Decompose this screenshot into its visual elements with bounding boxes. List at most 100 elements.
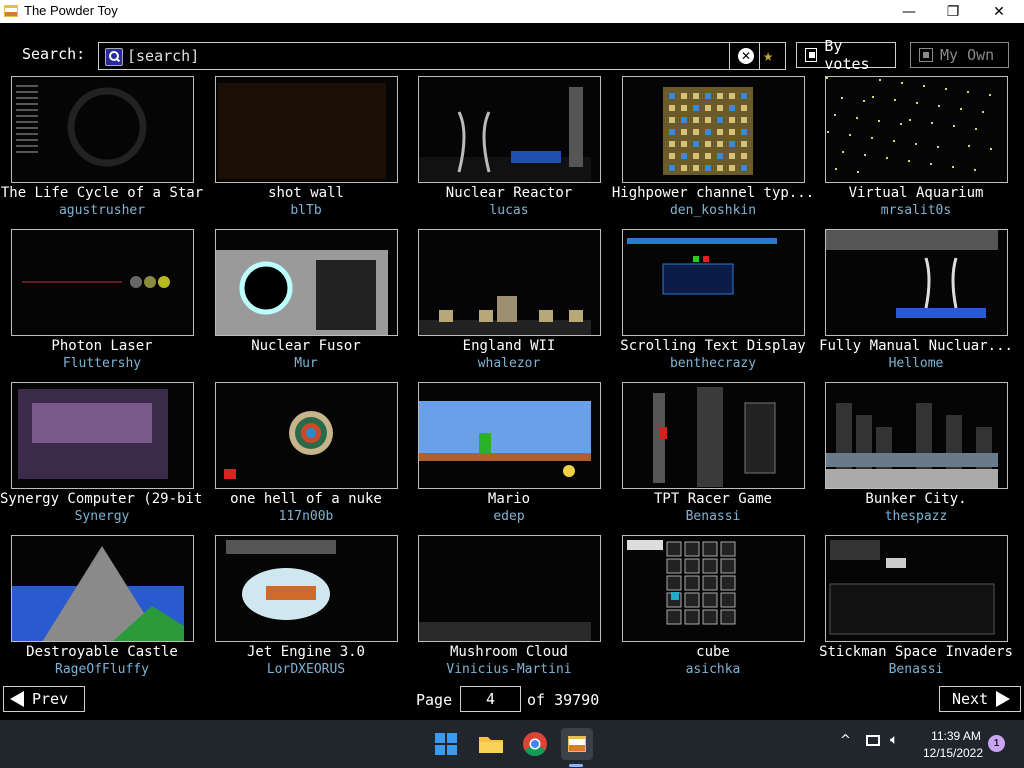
close-button[interactable]: ✕ (976, 0, 1022, 23)
maximize-button[interactable]: ❐ (930, 0, 976, 23)
my-own-button[interactable]: My Own (910, 42, 1009, 68)
save-title[interactable]: Jet Engine 3.0 (204, 644, 408, 660)
save-title[interactable]: one hell of a nuke (204, 491, 408, 507)
sort-by-votes-button[interactable]: By votes (796, 37, 896, 73)
save-tile[interactable]: one hell of a nuke 117n00b (204, 382, 408, 532)
save-title[interactable]: cube (611, 644, 815, 660)
save-thumbnail[interactable] (11, 229, 194, 336)
save-author[interactable]: Synergy (0, 509, 204, 524)
save-tile[interactable]: Photon Laser Fluttershy (0, 229, 204, 379)
save-thumbnail[interactable] (825, 76, 1008, 183)
next-page-button[interactable]: Next (939, 686, 1021, 712)
save-author[interactable]: lucas (407, 203, 611, 218)
save-tile[interactable]: Nuclear Reactor lucas (407, 76, 611, 226)
save-tile[interactable]: Stickman Space Invaders Benassi (814, 535, 1018, 685)
save-author[interactable]: whalezor (407, 356, 611, 371)
clear-search-icon[interactable]: ✕ (738, 48, 754, 64)
save-tile[interactable]: TPT Racer Game Benassi (611, 382, 815, 532)
save-title[interactable]: Highpower channel typ... (611, 185, 815, 201)
save-thumbnail[interactable] (215, 76, 398, 183)
save-tile[interactable]: Virtual Aquarium mrsalit0s (814, 76, 1018, 226)
save-thumbnail[interactable] (418, 535, 601, 642)
save-title[interactable]: Stickman Space Invaders (814, 644, 1018, 660)
save-title[interactable]: Bunker City. (814, 491, 1018, 507)
search-input[interactable]: [search] ✕ ★ (98, 42, 786, 70)
save-thumbnail[interactable] (215, 382, 398, 489)
save-tile[interactable]: Highpower channel typ... den_koshkin (611, 76, 815, 226)
file-explorer-icon[interactable] (475, 728, 507, 760)
save-title[interactable]: Fully Manual Nucluar... (814, 338, 1018, 354)
save-author[interactable]: Hellome (814, 356, 1018, 371)
save-tile[interactable]: England WII whalezor (407, 229, 611, 379)
save-author[interactable]: blTb (204, 203, 408, 218)
network-icon[interactable] (866, 735, 880, 746)
save-tile[interactable]: Jet Engine 3.0 LorDXEORUS (204, 535, 408, 685)
volume-icon[interactable]: 🔈︎ (890, 732, 898, 748)
save-title[interactable]: Synergy Computer (29-bit) (0, 491, 204, 507)
save-thumbnail[interactable] (622, 229, 805, 336)
save-author[interactable]: Benassi (814, 662, 1018, 677)
save-thumbnail[interactable] (825, 382, 1008, 489)
save-author[interactable]: Benassi (611, 509, 815, 524)
save-thumbnail[interactable] (11, 382, 194, 489)
save-thumbnail[interactable] (215, 535, 398, 642)
save-thumbnail[interactable] (825, 229, 1008, 336)
save-author[interactable]: asichka (611, 662, 815, 677)
save-thumbnail[interactable] (622, 382, 805, 489)
save-title[interactable]: Destroyable Castle (0, 644, 204, 660)
save-title[interactable]: Mushroom Cloud (407, 644, 611, 660)
save-title[interactable]: shot wall (204, 185, 408, 201)
save-thumbnail[interactable] (11, 535, 194, 642)
save-thumbnail[interactable] (825, 535, 1008, 642)
save-tile[interactable]: shot wall blTb (204, 76, 408, 226)
save-author[interactable]: LorDXEORUS (204, 662, 408, 677)
save-title[interactable]: TPT Racer Game (611, 491, 815, 507)
save-thumbnail[interactable] (215, 229, 398, 336)
save-tile[interactable]: Nuclear Fusor Mur (204, 229, 408, 379)
save-author[interactable]: Vinicius-Martini (407, 662, 611, 677)
save-title[interactable]: Mario (407, 491, 611, 507)
powder-toy-taskbar-button[interactable] (561, 728, 593, 760)
chrome-icon[interactable] (519, 728, 551, 760)
save-author[interactable]: benthecrazy (611, 356, 815, 371)
clock-time[interactable]: 11:39 AM (926, 729, 986, 743)
save-author[interactable]: thespazz (814, 509, 1018, 524)
save-thumbnail[interactable] (622, 535, 805, 642)
favorite-star-icon[interactable]: ★ (763, 46, 773, 66)
save-author[interactable]: den_koshkin (611, 203, 815, 218)
page-number-input[interactable]: 4 (460, 686, 521, 712)
save-title[interactable]: Scrolling Text Display (611, 338, 815, 354)
save-title[interactable]: Nuclear Fusor (204, 338, 408, 354)
clock-date[interactable]: 12/15/2022 (920, 746, 986, 760)
save-author[interactable]: 117n00b (204, 509, 408, 524)
save-thumbnail[interactable] (418, 229, 601, 336)
minimize-button[interactable]: — (886, 0, 932, 23)
save-tile[interactable]: Fully Manual Nucluar... Hellome (814, 229, 1018, 379)
save-tile[interactable]: The Life Cycle of a Star agustrusher (0, 76, 204, 226)
tray-chevron-icon[interactable]: ^ (840, 733, 851, 748)
save-thumbnail[interactable] (622, 76, 805, 183)
save-title[interactable]: England WII (407, 338, 611, 354)
save-title[interactable]: Nuclear Reactor (407, 185, 611, 201)
save-author[interactable]: RageOfFluffy (0, 662, 204, 677)
save-author[interactable]: Mur (204, 356, 408, 371)
save-thumbnail[interactable] (418, 382, 601, 489)
save-tile[interactable]: Synergy Computer (29-bit) Synergy (0, 382, 204, 532)
save-title[interactable]: Photon Laser (0, 338, 204, 354)
save-title[interactable]: Virtual Aquarium (814, 185, 1018, 201)
save-tile[interactable]: Destroyable Castle RageOfFluffy (0, 535, 204, 685)
prev-page-button[interactable]: Prev (3, 686, 85, 712)
save-tile[interactable]: Mushroom Cloud Vinicius-Martini (407, 535, 611, 685)
save-tile[interactable]: Bunker City. thespazz (814, 382, 1018, 532)
save-thumbnail[interactable] (418, 76, 601, 183)
save-thumbnail[interactable] (11, 76, 194, 183)
notification-badge[interactable]: 1 (988, 735, 1005, 752)
save-author[interactable]: edep (407, 509, 611, 524)
save-author[interactable]: mrsalit0s (814, 203, 1018, 218)
save-author[interactable]: Fluttershy (0, 356, 204, 371)
save-title[interactable]: The Life Cycle of a Star (0, 185, 204, 201)
save-tile[interactable]: Mario edep (407, 382, 611, 532)
save-author[interactable]: agustrusher (0, 203, 204, 218)
save-tile[interactable]: Scrolling Text Display benthecrazy (611, 229, 815, 379)
save-tile[interactable]: cube asichka (611, 535, 815, 685)
